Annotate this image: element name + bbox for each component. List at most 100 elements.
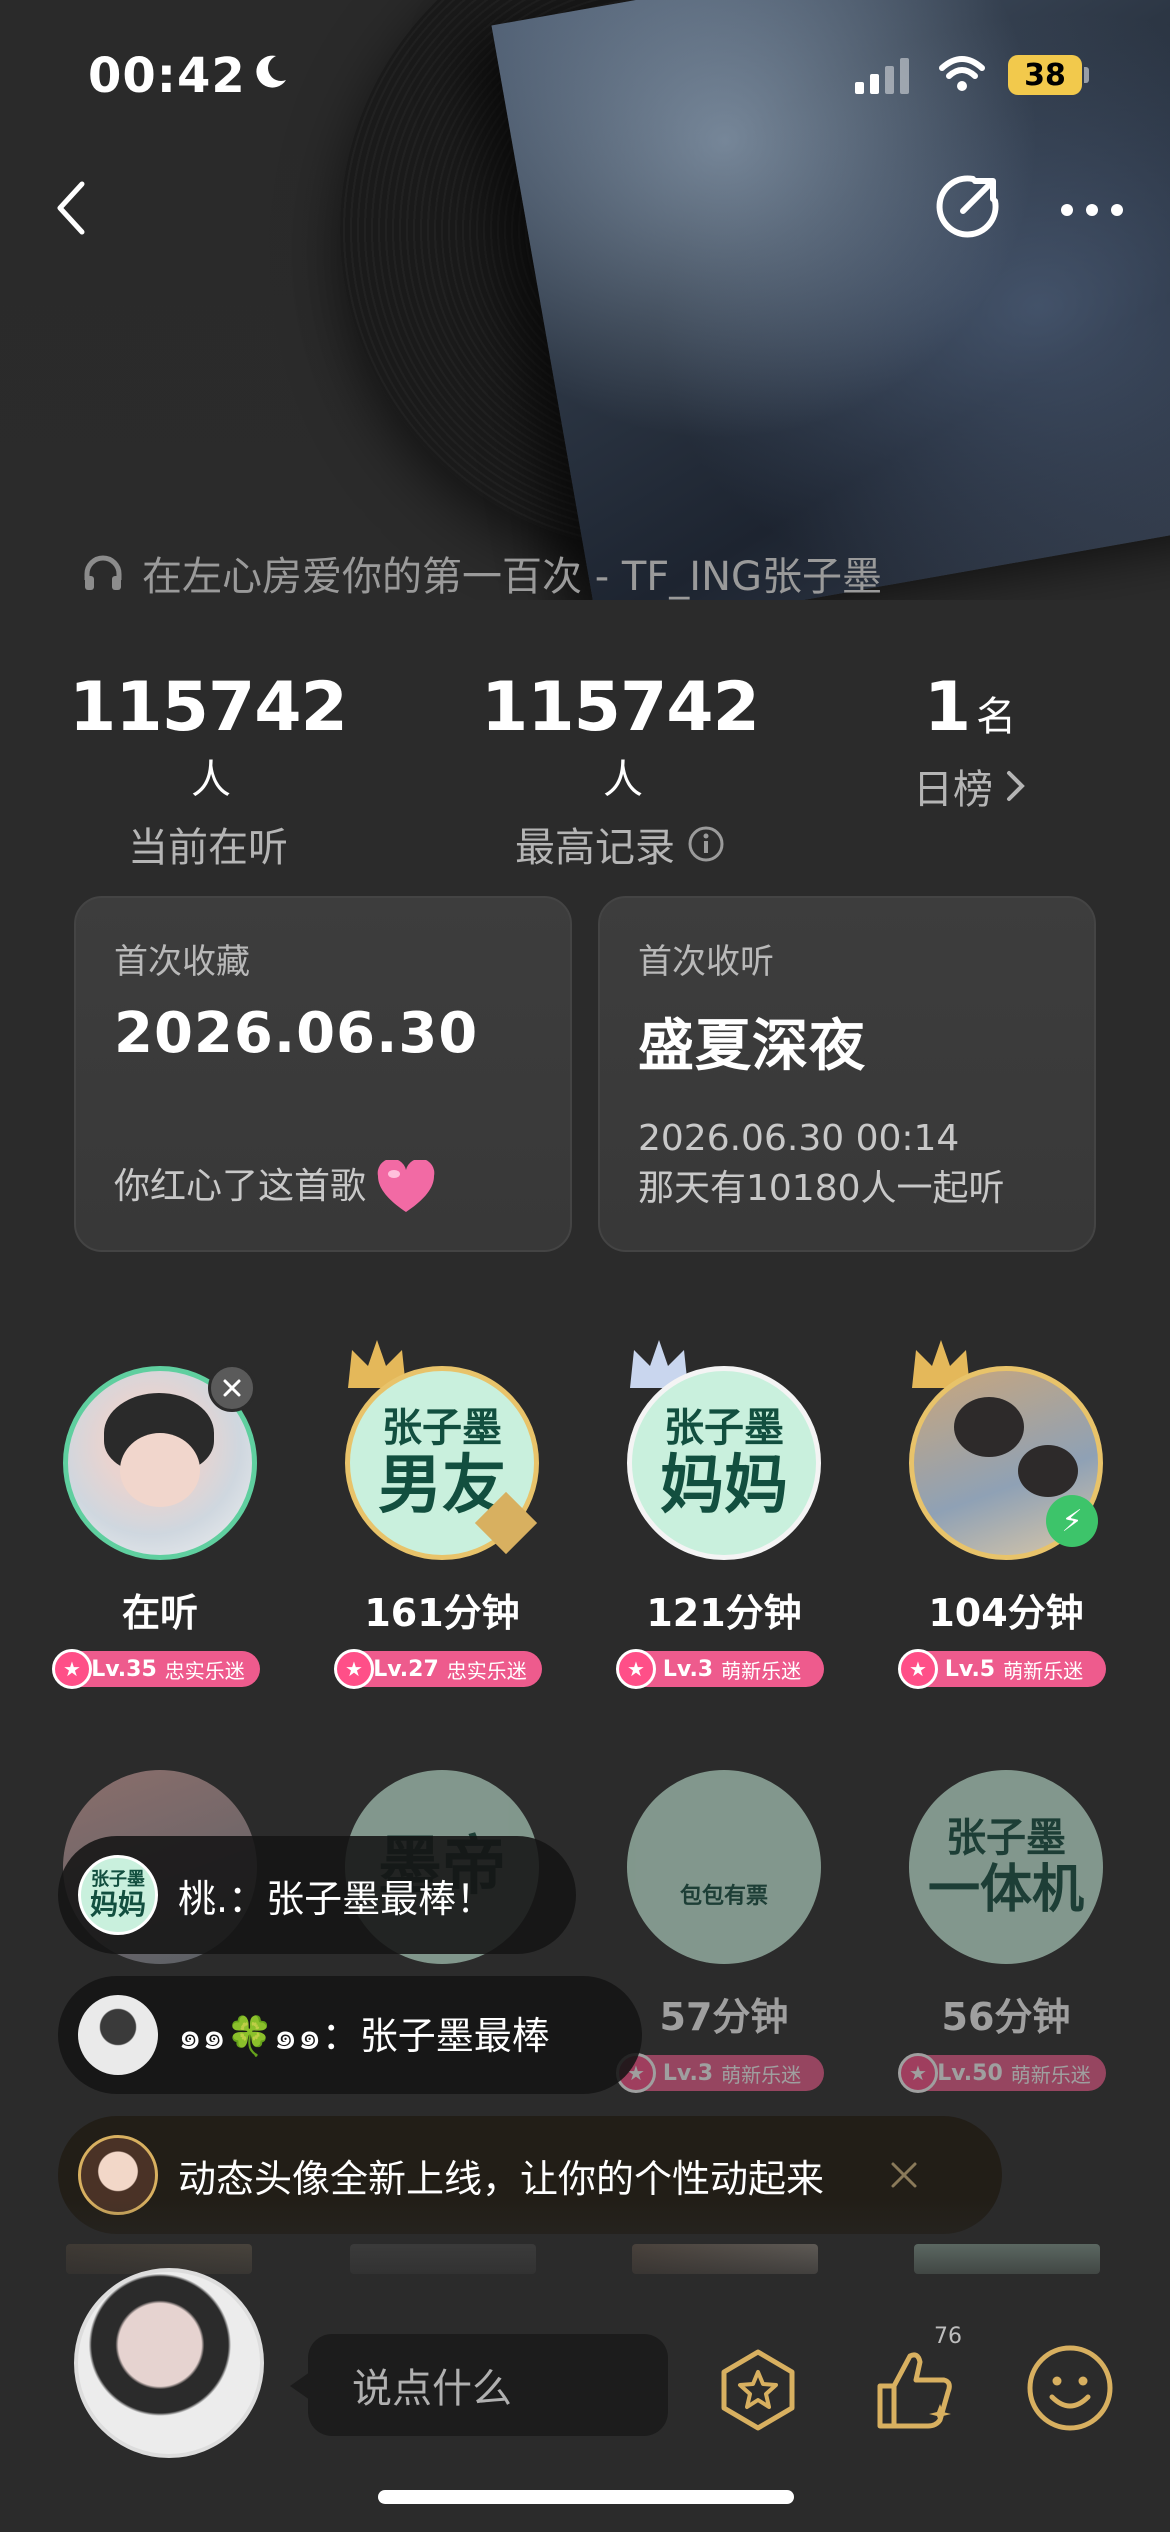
level-badge: ★ Lv.27 忠实乐迷 (334, 1649, 542, 1689)
level-badge: ★ Lv.5 萌新乐迷 (898, 1649, 1106, 1689)
home-indicator (378, 2490, 794, 2504)
stat-label: 当前在听 (128, 825, 288, 871)
star-icon: ★ (334, 1649, 374, 1689)
stat-record: 115742 人 最高记录 (460, 668, 780, 873)
battery-indicator: 38 (1008, 55, 1082, 95)
comment-avatar: 张子墨 妈妈 (78, 1855, 158, 1935)
listener-name: 104分钟 (928, 1591, 1084, 1635)
listener-name: 161分钟 (364, 1591, 520, 1635)
card-caption: 首次收听 (638, 942, 774, 982)
badge-button[interactable] (712, 2344, 804, 2436)
level-badge: ★ Lv.50 萌新乐迷 (898, 2053, 1106, 2093)
listener-item[interactable]: 张子墨 妈妈 121分钟 ★ Lv.3 萌新乐迷 (604, 1340, 844, 1689)
like-count: 76 (934, 2324, 962, 2349)
star-icon: ★ (898, 2053, 938, 2093)
star-icon: ★ (616, 1649, 656, 1689)
level-tier: 萌新乐迷 (1003, 1658, 1084, 1683)
card-note: 你红心了这首歌 (114, 1166, 367, 1207)
listener-item[interactable]: ⚡ 104分钟 ★ Lv.5 萌新乐迷 (886, 1340, 1126, 1689)
level-badge: ★ Lv.35 忠实乐迷 (52, 1649, 260, 1689)
stat-value: 115742 (481, 668, 760, 747)
level-value: Lv.3 (662, 1656, 714, 1682)
badge-text: 包包有票 (679, 1884, 768, 1909)
notice-text: 动态头像全新上线，让你的个性动起来 (178, 2156, 825, 2201)
stat-label: 日榜 (913, 767, 993, 813)
headphones-icon (84, 555, 122, 590)
comment-input[interactable]: 说点什么 (308, 2334, 668, 2436)
badge-bottom: 一体机 (927, 1860, 1084, 1920)
star-badge-icon (721, 2349, 795, 2431)
share-button[interactable] (930, 168, 1006, 244)
close-icon (891, 2162, 917, 2188)
card-note: 那天有10180人一起听 (638, 1168, 1005, 1209)
card-caption: 首次收藏 (114, 942, 250, 982)
bubble-tail (290, 2372, 310, 2400)
stat-unit: 人 (603, 757, 643, 803)
level-tier: 萌新乐迷 (721, 2062, 802, 2087)
level-value: Lv.5 (944, 1656, 996, 1682)
avatar: 张子墨 男友 (345, 1366, 539, 1560)
level-tier: 萌新乐迷 (721, 1658, 802, 1683)
level-tier: 忠实乐迷 (164, 1658, 245, 1683)
badge-top: 张子墨 (945, 1815, 1066, 1861)
badge-bottom: 男友 (378, 1449, 506, 1523)
comment-bubble[interactable]: 张子墨 妈妈 桃.：张子墨最棒！ (58, 1836, 576, 1954)
stat-unit: 名 (976, 694, 1017, 740)
chevron-right-icon (1007, 771, 1025, 801)
listener-item[interactable]: 在听 ★ Lv.35 忠实乐迷 (40, 1364, 280, 1689)
level-value: Lv.50 (937, 2060, 1003, 2086)
info-icon[interactable] (687, 825, 725, 863)
stat-value: 1 (923, 668, 971, 747)
badge-top: 张子墨 (382, 1405, 502, 1451)
badge-top: 张子墨 (90, 1869, 145, 1890)
stat-unit: 人 (191, 757, 231, 803)
level-value: Lv.27 (373, 1656, 439, 1682)
chevron-left-icon (57, 181, 85, 235)
emoji-button[interactable] (1022, 2340, 1118, 2436)
stat-daily-rank[interactable]: 1名 日榜 (810, 668, 1130, 815)
my-avatar[interactable] (74, 2268, 264, 2458)
badge-bottom: 妈妈 (89, 1888, 146, 1921)
badge-top: 张子墨 (664, 1405, 784, 1451)
song-title-row[interactable]: 在左心房爱你的第一百次 - TF_ING张子墨 (82, 544, 882, 602)
comment-text: ๑๑🍀๑๑：张子墨最棒 (178, 2013, 550, 2058)
close-icon (223, 1379, 241, 1397)
card-title: 盛夏深夜 (638, 1014, 866, 1079)
signal-icon (855, 58, 909, 94)
battery-tip (1084, 67, 1089, 83)
share-icon (936, 175, 999, 238)
comment-text: 桃.：张子墨最棒！ (178, 1876, 495, 1921)
wifi-icon (939, 56, 985, 91)
smile-icon (1027, 2345, 1113, 2431)
stat-label: 最高记录 (515, 825, 675, 871)
listener-name: 56分钟 (941, 1995, 1071, 2039)
level-badge: ★ Lv.3 萌新乐迷 (616, 2053, 824, 2093)
more-icon (1061, 204, 1123, 216)
first-listen-card[interactable]: 首次收听 盛夏深夜 2026.06.30 00:14 那天有10180人一起听 (598, 896, 1096, 1252)
like-button[interactable] (866, 2338, 966, 2438)
first-favorite-card[interactable]: 首次收藏 2026.06.30 你红心了这首歌 (74, 896, 572, 1252)
star-icon: ★ (898, 1649, 938, 1689)
level-tier: 萌新乐迷 (1010, 2062, 1091, 2087)
more-button[interactable] (1052, 180, 1132, 240)
listener-item[interactable]: 张子墨 一体机 56分钟 ★ Lv.50 萌新乐迷 (886, 1770, 1126, 2093)
notice-close-button[interactable] (880, 2151, 928, 2199)
back-button[interactable] (40, 176, 104, 240)
listener-name: 在听 (121, 1591, 198, 1635)
thumbs-up-icon (877, 2352, 952, 2429)
song-title: 在左心房爱你的第一百次 - TF_ING张子墨 (142, 554, 883, 600)
comment-bubble[interactable]: ๑๑🍀๑๑：张子墨最棒 (58, 1976, 642, 2094)
stat-value: 115742 (69, 668, 348, 747)
comment-avatar (78, 1995, 158, 2075)
comment-placeholder: 说点什么 (352, 2366, 512, 2412)
star-icon: ★ (52, 1649, 92, 1689)
close-button[interactable] (208, 1364, 256, 1412)
level-value: Lv.3 (662, 2060, 714, 2086)
avatar: ⚡ (909, 1366, 1103, 1560)
avatar: 张子墨 一体机 (909, 1770, 1103, 1964)
listener-item[interactable]: 张子墨 男友 161分钟 ★ Lv.27 忠实乐迷 (322, 1340, 562, 1689)
level-value: Lv.35 (91, 1656, 157, 1682)
lightning-icon: ⚡ (1046, 1495, 1098, 1547)
heart-icon (377, 1160, 435, 1212)
listener-name: 121分钟 (646, 1591, 802, 1635)
